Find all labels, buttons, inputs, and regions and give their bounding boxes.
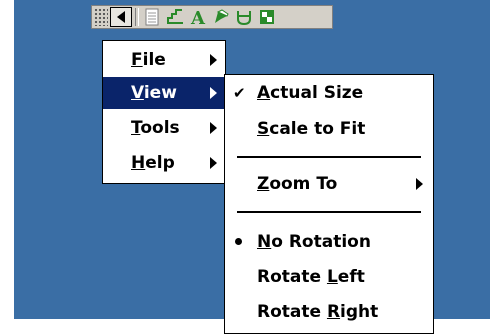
menu-item-tools[interactable]: Tools (103, 112, 225, 144)
chevron-right-icon (210, 54, 217, 66)
toolbar: A (91, 5, 333, 29)
menu-item-rotate-left[interactable]: Rotate Left (225, 261, 433, 293)
page-icon[interactable] (141, 7, 163, 27)
menu-item-rotate-right[interactable]: Rotate Right (225, 296, 433, 328)
menu-item-no-rotation[interactable]: No Rotation (225, 226, 433, 258)
menu-item-scale-to-fit[interactable]: Scale to Fit (225, 113, 433, 145)
menu-item-no-rotation-label: No Rotation (257, 232, 371, 252)
chevron-right-icon (210, 122, 217, 134)
menu-item-scale-to-fit-label: Scale to Fit (257, 119, 366, 139)
radio-bullet-icon (235, 238, 242, 245)
menu-item-actual-size[interactable]: ✔ Actual Size (225, 77, 433, 109)
checkmark-icon: ✔ (233, 84, 246, 102)
menu-item-tools-label: Tools (131, 118, 180, 138)
menu-item-help[interactable]: Help (103, 147, 225, 179)
toolbar-grip[interactable] (94, 8, 108, 26)
menu-divider (237, 156, 421, 158)
menu-item-help-label: Help (131, 153, 175, 173)
menu-item-actual-size-label: Actual Size (257, 83, 364, 103)
highlighter-icon[interactable] (210, 7, 232, 27)
window-icon[interactable] (256, 7, 278, 27)
menu-divider (237, 211, 421, 213)
menu-item-rotate-right-label: Rotate Right (257, 302, 379, 322)
view-submenu: ✔ Actual Size Scale to Fit Zoom To No Ro… (224, 74, 434, 334)
menu-item-zoom-to[interactable]: Zoom To (225, 168, 433, 200)
menu-item-file-label: File (131, 50, 166, 70)
chevron-right-icon (210, 87, 217, 99)
menu-item-view-label: View (131, 83, 177, 103)
pencil-icon[interactable] (164, 7, 186, 27)
main-menu: File View Tools Help (102, 40, 226, 184)
menu-item-zoom-to-label: Zoom To (257, 174, 338, 194)
chevron-right-icon (210, 157, 217, 169)
text-tool-icon[interactable]: A (187, 7, 209, 27)
shape-icon[interactable] (233, 7, 255, 27)
menu-item-view[interactable]: View (103, 77, 225, 109)
menu-item-file[interactable]: File (103, 44, 225, 76)
back-arrow-icon[interactable] (110, 7, 132, 27)
toolbar-separator (135, 8, 139, 26)
menu-item-rotate-left-label: Rotate Left (257, 267, 365, 287)
chevron-right-icon (416, 178, 423, 190)
svg-text:A: A (190, 8, 206, 26)
